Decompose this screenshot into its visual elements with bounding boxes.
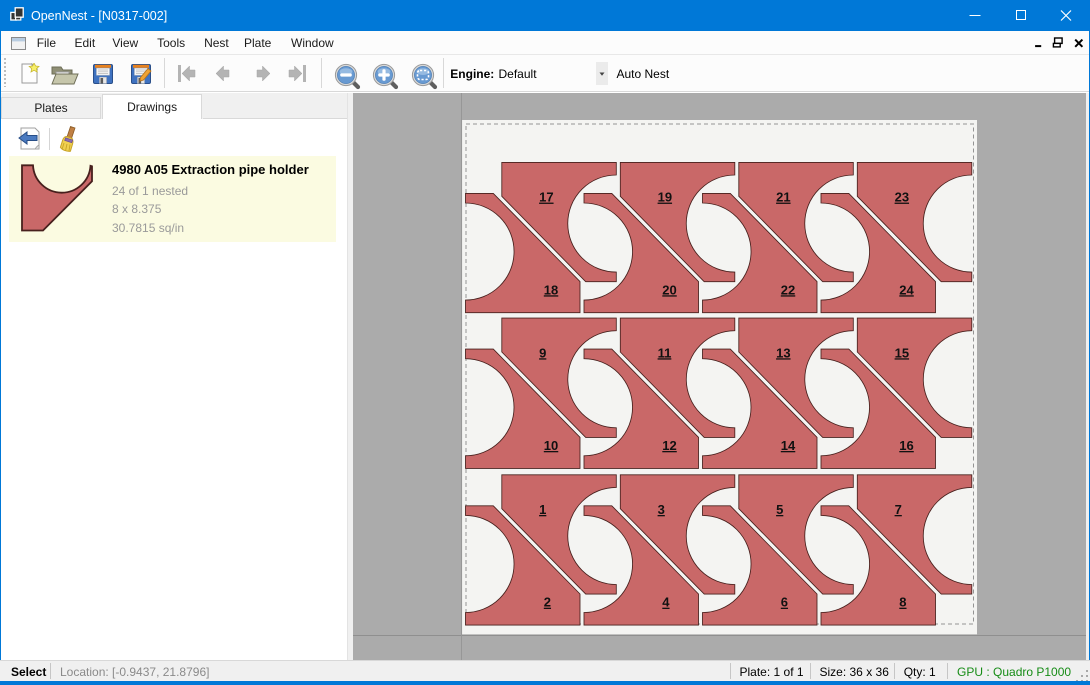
svg-text:23: 23 — [894, 190, 908, 205]
svg-text:14: 14 — [780, 438, 795, 453]
svg-text:24: 24 — [899, 282, 914, 297]
svg-text:16: 16 — [899, 438, 913, 453]
svg-text:4: 4 — [662, 595, 670, 610]
svg-text:20: 20 — [662, 282, 676, 297]
svg-text:19: 19 — [657, 190, 671, 205]
svg-text:2: 2 — [543, 595, 550, 610]
svg-text:17: 17 — [539, 190, 553, 205]
svg-text:6: 6 — [780, 595, 787, 610]
svg-text:11: 11 — [657, 345, 671, 360]
svg-text:21: 21 — [776, 190, 790, 205]
svg-text:5: 5 — [776, 502, 783, 517]
svg-text:18: 18 — [543, 282, 557, 297]
svg-text:12: 12 — [662, 438, 676, 453]
svg-text:8: 8 — [899, 595, 906, 610]
svg-text:3: 3 — [657, 502, 664, 517]
svg-text:13: 13 — [776, 345, 790, 360]
svg-text:10: 10 — [543, 438, 557, 453]
svg-text:22: 22 — [780, 282, 794, 297]
svg-text:1: 1 — [539, 502, 546, 517]
svg-text:9: 9 — [539, 345, 546, 360]
svg-text:7: 7 — [894, 502, 901, 517]
svg-text:15: 15 — [894, 345, 908, 360]
